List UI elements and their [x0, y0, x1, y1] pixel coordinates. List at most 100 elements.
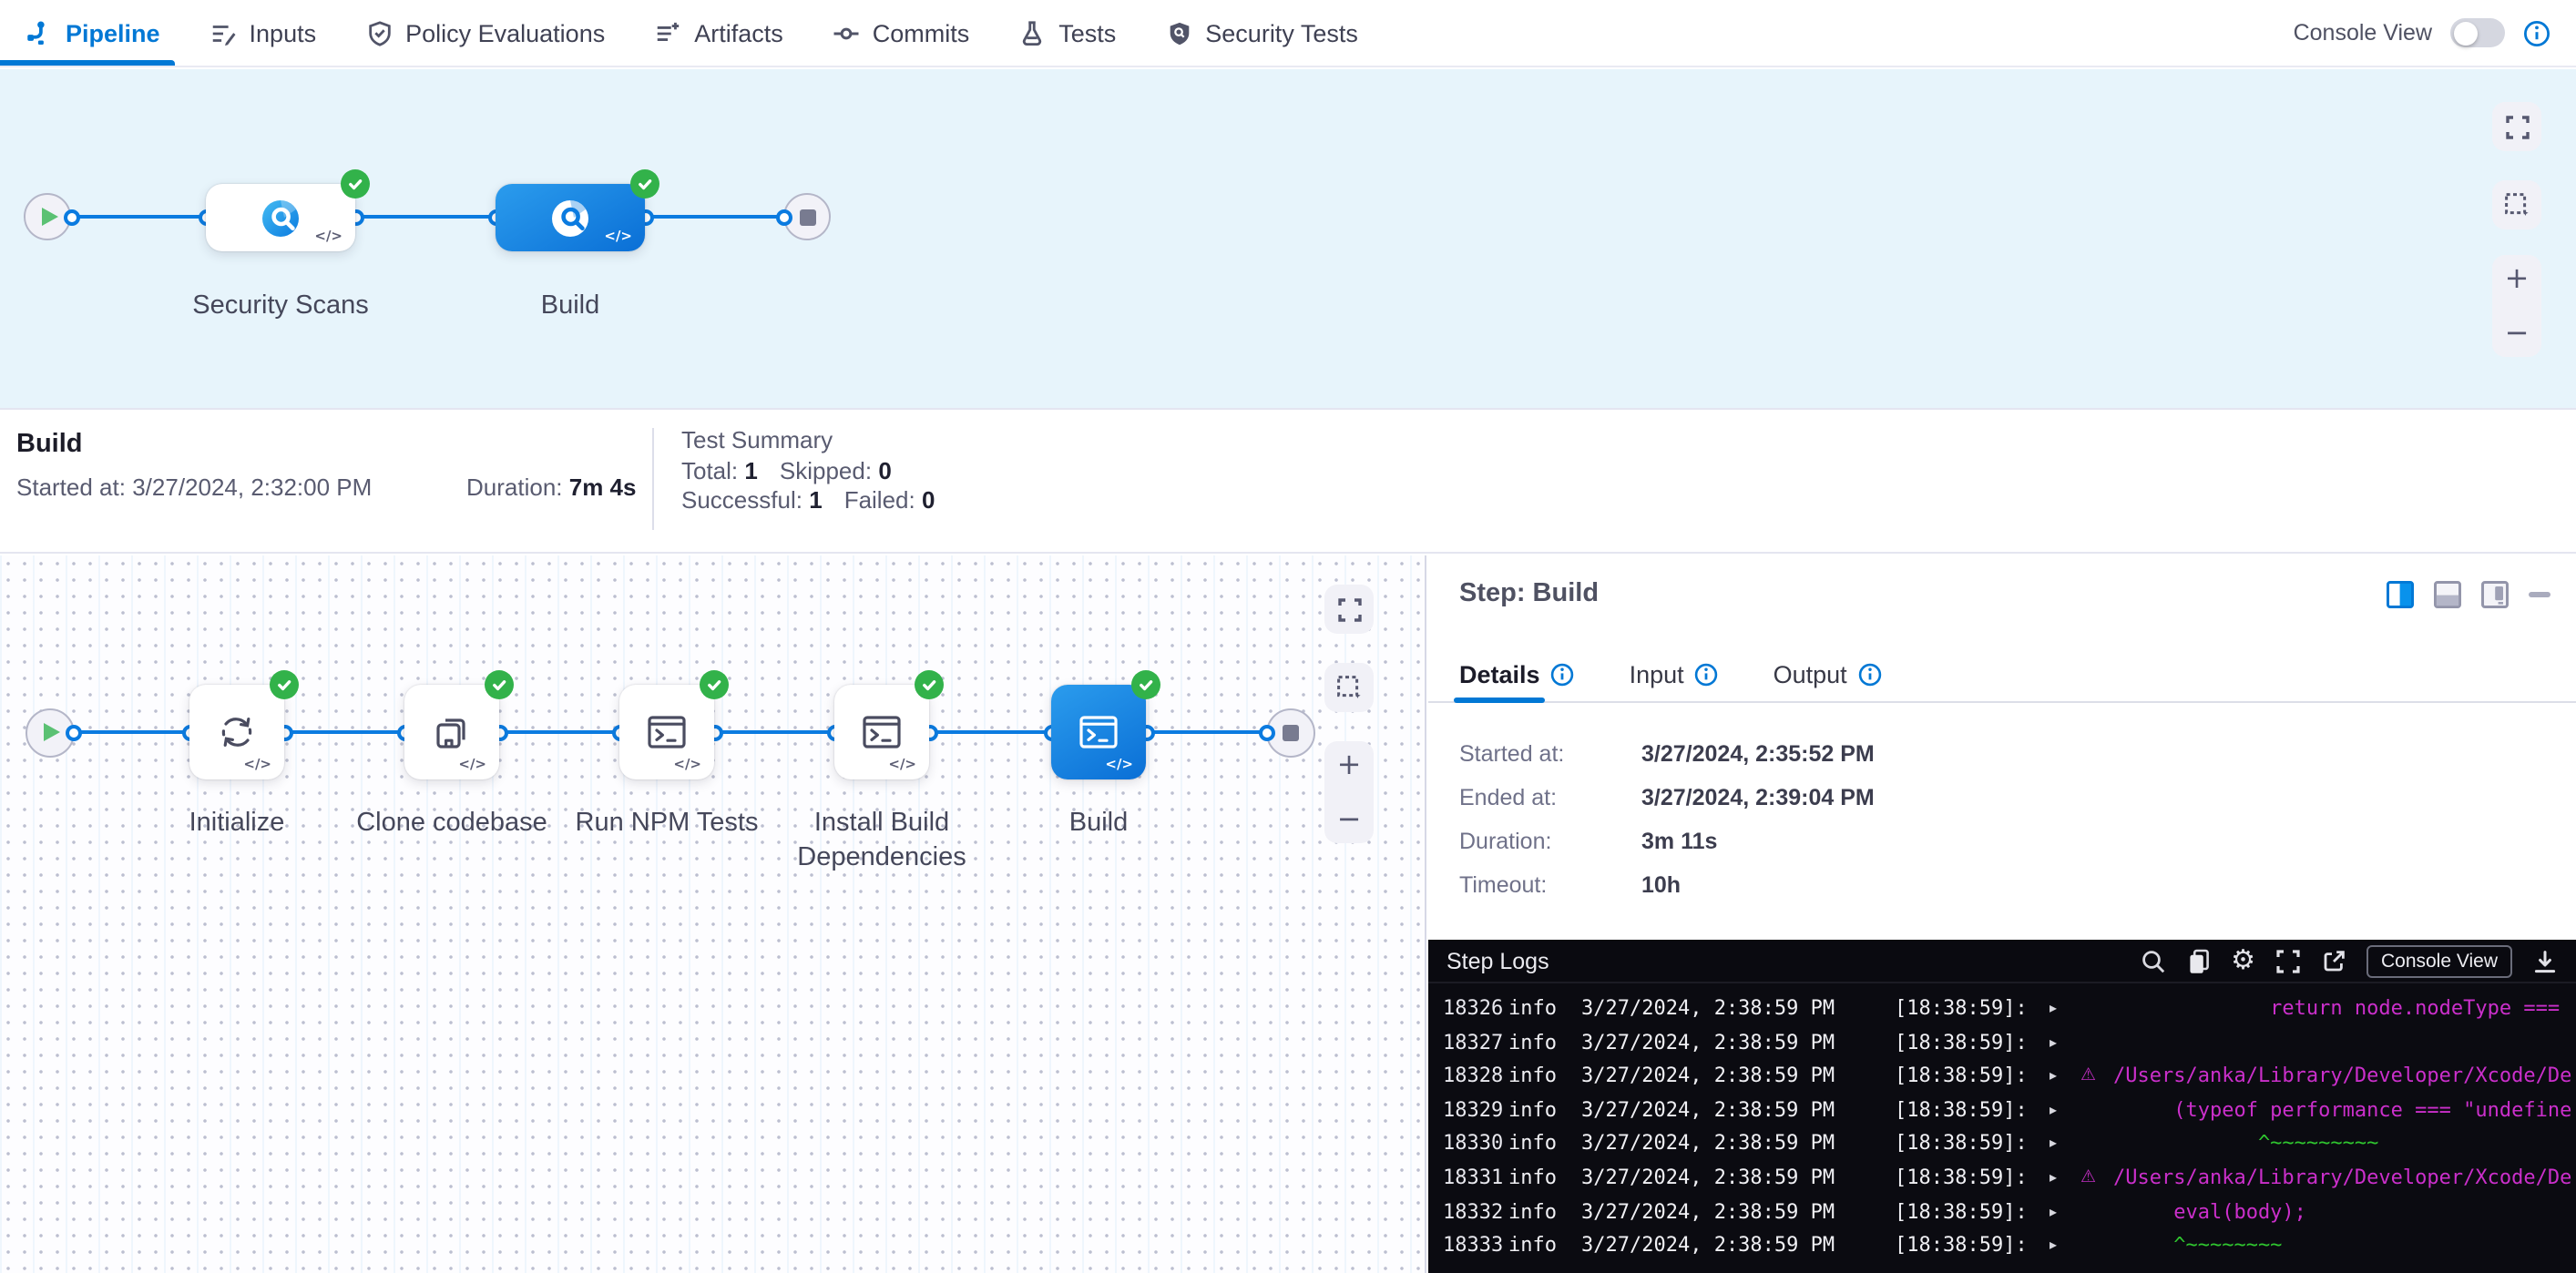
step-logs-header: Step Logs ⚙ Console View [1428, 940, 2576, 983]
detail-row-ended-at: Ended at:3/27/2024, 2:39:04 PM [1459, 785, 1557, 810]
log-line[interactable]: 18326info3/27/2024, 2:38:59 PM[18:38:59]… [1428, 993, 2576, 1026]
log-line[interactable]: 18331info3/27/2024, 2:38:59 PM[18:38:59]… [1428, 1162, 2576, 1196]
marquee-select-button[interactable] [1324, 663, 1374, 712]
layout-split-bottom-icon[interactable] [2434, 581, 2461, 608]
step-node-build[interactable]: </> Build [997, 685, 1201, 841]
step-node-initialize[interactable]: </> Initialize [135, 685, 339, 841]
step-node-clone-codebase[interactable]: </> Clone codebase [350, 685, 554, 841]
log-line[interactable]: 18329info3/27/2024, 2:38:59 PM[18:38:59]… [1428, 1095, 2576, 1128]
code-icon: </> [314, 228, 342, 244]
tab-inputs[interactable]: Inputs [210, 0, 317, 66]
step-node-run-npm-tests[interactable]: </> Run NPM Tests [565, 685, 769, 841]
nav-right-controls: Console View [2294, 18, 2550, 47]
log-level: info [1508, 993, 1581, 1026]
zoom-in-button[interactable]: + [2505, 266, 2530, 291]
tab-output[interactable]: Output [1774, 661, 1882, 688]
console-view-toggle[interactable] [2450, 18, 2505, 47]
zoom-in-button[interactable]: + [1337, 752, 1362, 778]
log-level: info [1508, 1026, 1581, 1060]
log-line-number: 18332 [1428, 1196, 1508, 1229]
log-message: (typeof performance === "undefine [2113, 1095, 2576, 1128]
log-timestamp: [18:38:59]: [1895, 1026, 2050, 1060]
log-line[interactable]: 18328info3/27/2024, 2:38:59 PM[18:38:59]… [1428, 1060, 2576, 1094]
tab-tests[interactable]: Tests [1018, 0, 1116, 66]
log-line-number: 18326 [1428, 993, 1508, 1026]
zoom-out-button[interactable]: − [2505, 321, 2530, 346]
log-expand-caret[interactable]: ▸ [2050, 1026, 2080, 1060]
check-icon [275, 676, 293, 694]
log-expand-caret[interactable]: ▸ [2050, 1196, 2080, 1229]
log-warning-icon [2080, 1128, 2113, 1162]
step-node-label: Initialize [135, 807, 339, 841]
tab-pipeline[interactable]: Pipeline [26, 0, 160, 66]
step-graph-canvas[interactable]: </> Initialize </> Clone codebase [0, 555, 1426, 1273]
stage-graph-canvas[interactable]: </> Security Scans </> Build [0, 69, 2576, 408]
tab-input[interactable]: Input [1630, 661, 1719, 688]
log-level: info [1508, 1060, 1581, 1094]
step-node-label: Clone codebase [350, 807, 554, 841]
step-node-install-build-dependencies[interactable]: </> Install Build Dependencies [780, 685, 984, 876]
step-details-panel: Step: Build Details Input Outpu [1428, 555, 2576, 1273]
log-open-new-tab-icon[interactable] [2321, 948, 2346, 973]
stage-node-security-scans[interactable]: </> Security Scans [171, 184, 390, 324]
layout-split-right-icon[interactable] [2387, 581, 2414, 608]
log-timestamp: [18:38:59]: [1895, 1229, 2050, 1263]
marquee-select-button[interactable] [2492, 180, 2541, 229]
console-view-button[interactable]: Console View [2366, 944, 2512, 977]
success-badge [630, 169, 659, 199]
step-panel-title: Step: Build [1459, 579, 1599, 608]
minimize-panel-icon[interactable] [2529, 593, 2550, 597]
log-line[interactable]: 18327info3/27/2024, 2:38:59 PM[18:38:59]… [1428, 1026, 2576, 1060]
log-level: info [1508, 1128, 1581, 1162]
log-line[interactable]: 18332info3/27/2024, 2:38:59 PM[18:38:59]… [1428, 1196, 2576, 1229]
log-expand-caret[interactable]: ▸ [2050, 1162, 2080, 1196]
log-line-number: 18329 [1428, 1095, 1508, 1128]
link-point [65, 724, 81, 740]
tab-artifacts[interactable]: Artifacts [654, 0, 783, 66]
link-point [64, 209, 80, 225]
stage-node-build[interactable]: </> Build [461, 184, 680, 324]
log-expand-caret[interactable]: ▸ [2050, 1128, 2080, 1162]
fullscreen-button[interactable] [2492, 102, 2541, 151]
zoom-out-button[interactable]: − [1337, 807, 1362, 832]
marquee-select-icon [1335, 674, 1363, 701]
log-line[interactable]: 18330info3/27/2024, 2:38:59 PM[18:38:59]… [1428, 1128, 2576, 1162]
log-message: ^~~~~~~~~~ [2113, 1128, 2576, 1162]
stop-icon [799, 209, 815, 225]
policy-shield-icon [365, 19, 393, 46]
terminal-icon [1075, 708, 1122, 756]
log-timestamp: [18:38:59]: [1895, 993, 2050, 1026]
info-icon[interactable] [2523, 19, 2550, 46]
log-download-icon[interactable] [2532, 948, 2558, 973]
test-summary: Test Summary Total: 1Skipped: 0 Successf… [681, 426, 935, 516]
log-expand-caret[interactable]: ▸ [2050, 1060, 2080, 1094]
log-settings-icon[interactable]: ⚙ [2231, 947, 2255, 974]
log-copy-icon[interactable] [2185, 948, 2211, 973]
stage-started-at: Started at: 3/27/2024, 2:32:00 PM [16, 474, 372, 501]
info-icon[interactable] [1695, 663, 1719, 687]
detail-row-timeout: Timeout:10h [1459, 872, 1547, 898]
tab-policy-evaluations[interactable]: Policy Evaluations [365, 0, 605, 66]
log-date: 3/27/2024, 2:38:59 PM [1581, 1095, 1895, 1128]
step-node-label: Install Build Dependencies [780, 807, 984, 876]
info-icon[interactable] [1858, 663, 1882, 687]
log-expand-caret[interactable]: ▸ [2050, 993, 2080, 1026]
log-line-number: 18327 [1428, 1026, 1508, 1060]
tab-security-tests[interactable]: Security Tests [1165, 0, 1358, 66]
log-fullscreen-icon[interactable] [2275, 948, 2301, 973]
tab-commits[interactable]: Commits [833, 0, 970, 66]
fullscreen-button[interactable] [1324, 585, 1374, 634]
log-line-number: 18331 [1428, 1162, 1508, 1196]
layout-floating-panel-icon[interactable] [2481, 581, 2509, 608]
toggle-knob [2453, 21, 2477, 45]
info-icon[interactable] [1551, 663, 1575, 687]
log-lines[interactable]: 18326info3/27/2024, 2:38:59 PM[18:38:59]… [1428, 993, 2576, 1264]
log-level: info [1508, 1162, 1581, 1196]
tab-details[interactable]: Details [1459, 661, 1575, 688]
log-expand-caret[interactable]: ▸ [2050, 1095, 2080, 1128]
check-icon [490, 676, 508, 694]
log-line[interactable]: 18333info3/27/2024, 2:38:59 PM[18:38:59]… [1428, 1229, 2576, 1263]
log-expand-caret[interactable]: ▸ [2050, 1229, 2080, 1263]
log-date: 3/27/2024, 2:38:59 PM [1581, 1229, 1895, 1263]
log-search-icon[interactable] [2140, 948, 2165, 973]
